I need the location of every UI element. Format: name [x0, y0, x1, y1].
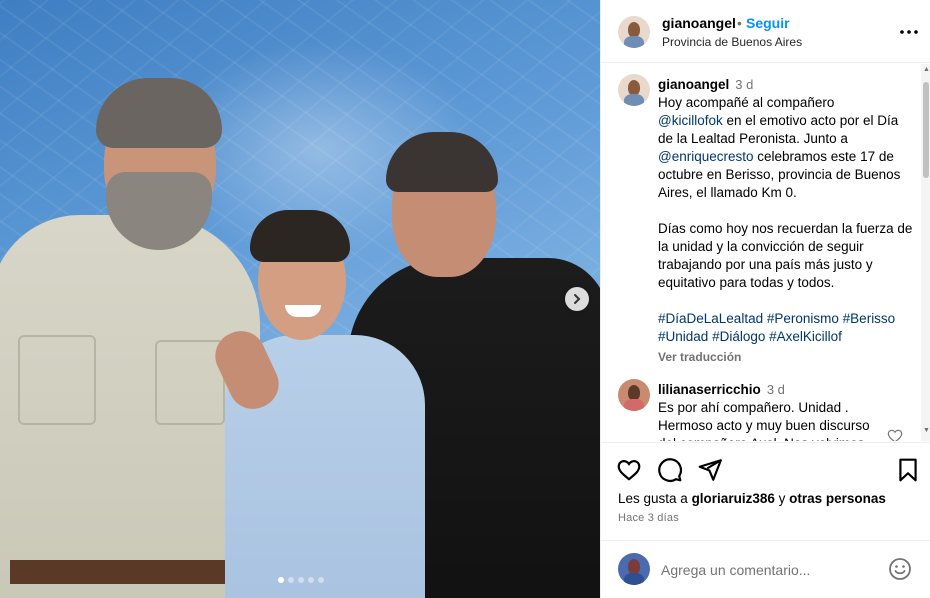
share-send-icon[interactable] [697, 457, 723, 483]
comments-section[interactable]: gianoangel 3 d Hoy acompañé al compañero … [601, 64, 930, 441]
carousel-dot [298, 577, 304, 583]
hashtag-link[interactable]: #Berisso [843, 311, 896, 326]
carousel-next-button[interactable] [565, 287, 589, 311]
emoji-icon[interactable] [888, 557, 912, 581]
post-timestamp[interactable]: Hace 3 días [618, 512, 679, 524]
avatar[interactable] [618, 16, 650, 48]
mention-link[interactable]: @enriquecresto [658, 149, 754, 164]
post-actions: Les gusta a gloriaruiz386 y otras person… [601, 442, 930, 542]
caption-paragraph: Días como hoy nos recuerdan la fuerza de… [658, 221, 913, 290]
like-heart-icon[interactable] [616, 457, 642, 483]
post-header: gianoangel • Seguir Provincia de Buenos … [601, 0, 930, 63]
comment-bubble-icon[interactable] [657, 457, 683, 483]
comment-item: lilianaserricchio 3 d Es por ahí compañer… [658, 381, 888, 441]
scroll-down-arrow-icon[interactable]: ▼ [923, 427, 930, 434]
carousel-dot [308, 577, 314, 583]
hashtag-link[interactable]: #Diálogo [712, 329, 765, 344]
separator-dot: • [737, 15, 742, 31]
carousel-dot [318, 577, 324, 583]
scrollbar-thumb[interactable] [923, 82, 929, 178]
likes-summary[interactable]: Les gusta a gloriaruiz386 y otras person… [618, 491, 886, 506]
comment-text: Es por ahí compañero. Unidad . Hermoso a… [658, 400, 870, 441]
likes-middle: y [774, 491, 790, 506]
carousel-dot [288, 577, 294, 583]
author-username[interactable]: gianoangel [662, 15, 736, 31]
caption-time: 3 d [735, 77, 754, 92]
scroll-up-arrow-icon[interactable]: ▲ [923, 66, 930, 73]
post-location[interactable]: Provincia de Buenos Aires [662, 35, 802, 49]
post-photo[interactable] [0, 0, 600, 598]
hashtag-link[interactable]: #Unidad [658, 329, 708, 344]
post-caption: gianoangel 3 d Hoy acompañé al compañero … [658, 76, 916, 366]
follow-button[interactable]: Seguir [746, 15, 790, 31]
post-details-panel: gianoangel • Seguir Provincia de Buenos … [600, 0, 930, 598]
hashtag-link[interactable]: #DíaDeLaLealtad [658, 311, 763, 326]
more-horizontal-icon [900, 30, 918, 34]
likes-others-link[interactable]: otras personas [789, 491, 886, 506]
likes-prefix: Les gusta a [618, 491, 692, 506]
hashtags: #DíaDeLaLealtad #Peronismo #Berisso #Uni… [658, 310, 916, 346]
comment-time: 3 d [766, 382, 785, 397]
hashtag-link[interactable]: #Peronismo [767, 311, 839, 326]
avatar[interactable] [618, 379, 650, 411]
mention-link[interactable]: @kicillofok [658, 113, 723, 128]
avatar [618, 553, 650, 585]
comment-username[interactable]: lilianaserricchio [658, 382, 761, 397]
bookmark-icon[interactable] [895, 457, 921, 483]
comment-input[interactable] [661, 559, 871, 581]
carousel-dots [278, 577, 324, 583]
caption-text: Hoy acompañé al compañero [658, 95, 835, 110]
liker-username[interactable]: gloriaruiz386 [692, 491, 775, 506]
more-options-button[interactable] [899, 22, 919, 42]
caption-username[interactable]: gianoangel [658, 77, 729, 92]
carousel-dot [278, 577, 284, 583]
heart-icon[interactable] [887, 428, 903, 441]
chevron-right-icon [574, 294, 581, 304]
hashtag-link[interactable]: #AxelKicillof [769, 329, 842, 344]
see-translation-link[interactable]: Ver traducción [658, 348, 916, 366]
avatar[interactable] [618, 74, 650, 106]
add-comment-bar [601, 540, 930, 598]
